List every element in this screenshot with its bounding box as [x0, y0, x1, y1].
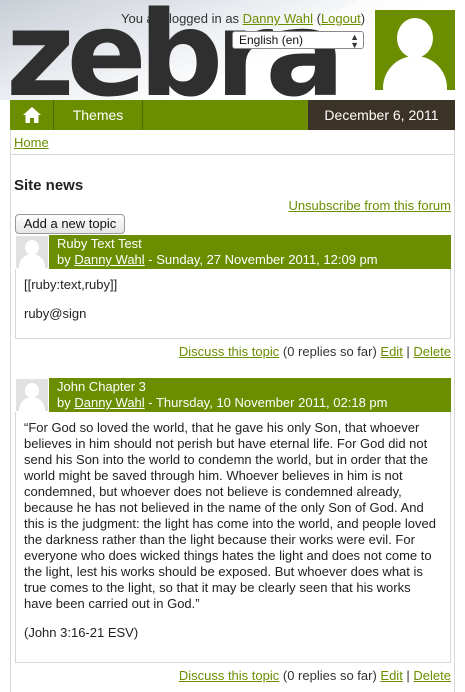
delete-link[interactable]: Delete — [413, 668, 451, 683]
post-actions: Discuss this topic (0 replies so far) Ed… — [178, 668, 451, 683]
post-author-link[interactable]: Danny Wahl — [74, 252, 144, 267]
login-prefix: You are logged in as — [121, 11, 243, 26]
add-new-topic-button[interactable]: Add a new topic — [15, 214, 125, 234]
post-actions: Discuss this topic (0 replies so far) Ed… — [178, 344, 451, 359]
nav-bar: Themes December 6, 2011 — [10, 100, 455, 130]
reply-count: (0 replies so far) — [279, 344, 381, 359]
discuss-topic-link[interactable]: Discuss this topic — [179, 668, 279, 683]
post-header: Ruby Text Test by Danny Wahl - Sunday, 2… — [15, 235, 451, 269]
forum-post: Ruby Text Test by Danny Wahl - Sunday, 2… — [15, 235, 451, 359]
forum-post: John Chapter 3 by Danny Wahl - Thursday,… — [15, 378, 451, 683]
post-subject: Ruby Text Test — [57, 236, 142, 251]
nav-themes-item[interactable]: Themes — [54, 100, 143, 130]
post-paragraph: (John 3:16-21 ESV) — [24, 625, 139, 640]
user-avatar[interactable] — [375, 10, 455, 90]
nav-home-button[interactable] — [10, 100, 54, 130]
edit-link[interactable]: Edit — [380, 668, 402, 683]
post-paragraph: “For God so loved the world, that he gav… — [24, 420, 436, 611]
post-date: - Sunday, 27 November 2011, 12:09 pm — [144, 252, 378, 267]
post-date: - Thursday, 10 November 2011, 02:18 pm — [144, 395, 388, 410]
post-body: [[ruby:text,ruby]] ruby@sign — [15, 269, 451, 339]
reply-count: (0 replies so far) — [279, 668, 381, 683]
delete-link[interactable]: Delete — [413, 344, 451, 359]
home-icon — [22, 107, 41, 123]
breadcrumb: Home — [14, 135, 49, 150]
post-author-link[interactable]: Danny Wahl — [74, 395, 144, 410]
login-info: You are logged in as Danny Wahl (Logout) — [121, 11, 366, 26]
page-title: Site news — [14, 177, 84, 194]
post-paragraph: [[ruby:text,ruby]] — [24, 277, 118, 292]
breadcrumb-home-link[interactable]: Home — [14, 135, 49, 150]
discuss-topic-link[interactable]: Discuss this topic — [179, 344, 279, 359]
edit-link[interactable]: Edit — [380, 344, 402, 359]
unsubscribe-link[interactable]: Unsubscribe from this forum — [288, 198, 451, 213]
language-select[interactable]: English (en) ▲ ▼ — [232, 31, 364, 50]
author-avatar[interactable] — [15, 235, 49, 269]
language-selected-value: English (en) — [239, 33, 304, 47]
post-header: John Chapter 3 by Danny Wahl - Thursday,… — [15, 378, 451, 412]
post-meta: by Danny Wahl - Sunday, 27 November 2011… — [57, 252, 378, 267]
post-meta: by Danny Wahl - Thursday, 10 November 20… — [57, 395, 388, 410]
user-profile-link[interactable]: Danny Wahl — [243, 11, 313, 26]
current-date: December 6, 2011 — [308, 100, 455, 130]
logout-link[interactable]: Logout — [321, 11, 361, 26]
post-subject: John Chapter 3 — [57, 379, 146, 394]
post-body: “For God so loved the world, that he gav… — [15, 412, 451, 663]
post-paragraph: ruby@sign — [24, 306, 87, 321]
select-arrows-icon: ▲ ▼ — [350, 32, 359, 50]
breadcrumb-divider — [10, 154, 455, 155]
author-avatar[interactable] — [15, 378, 49, 412]
page-header: zebra You are logged in as Danny Wahl (L… — [0, 0, 465, 100]
